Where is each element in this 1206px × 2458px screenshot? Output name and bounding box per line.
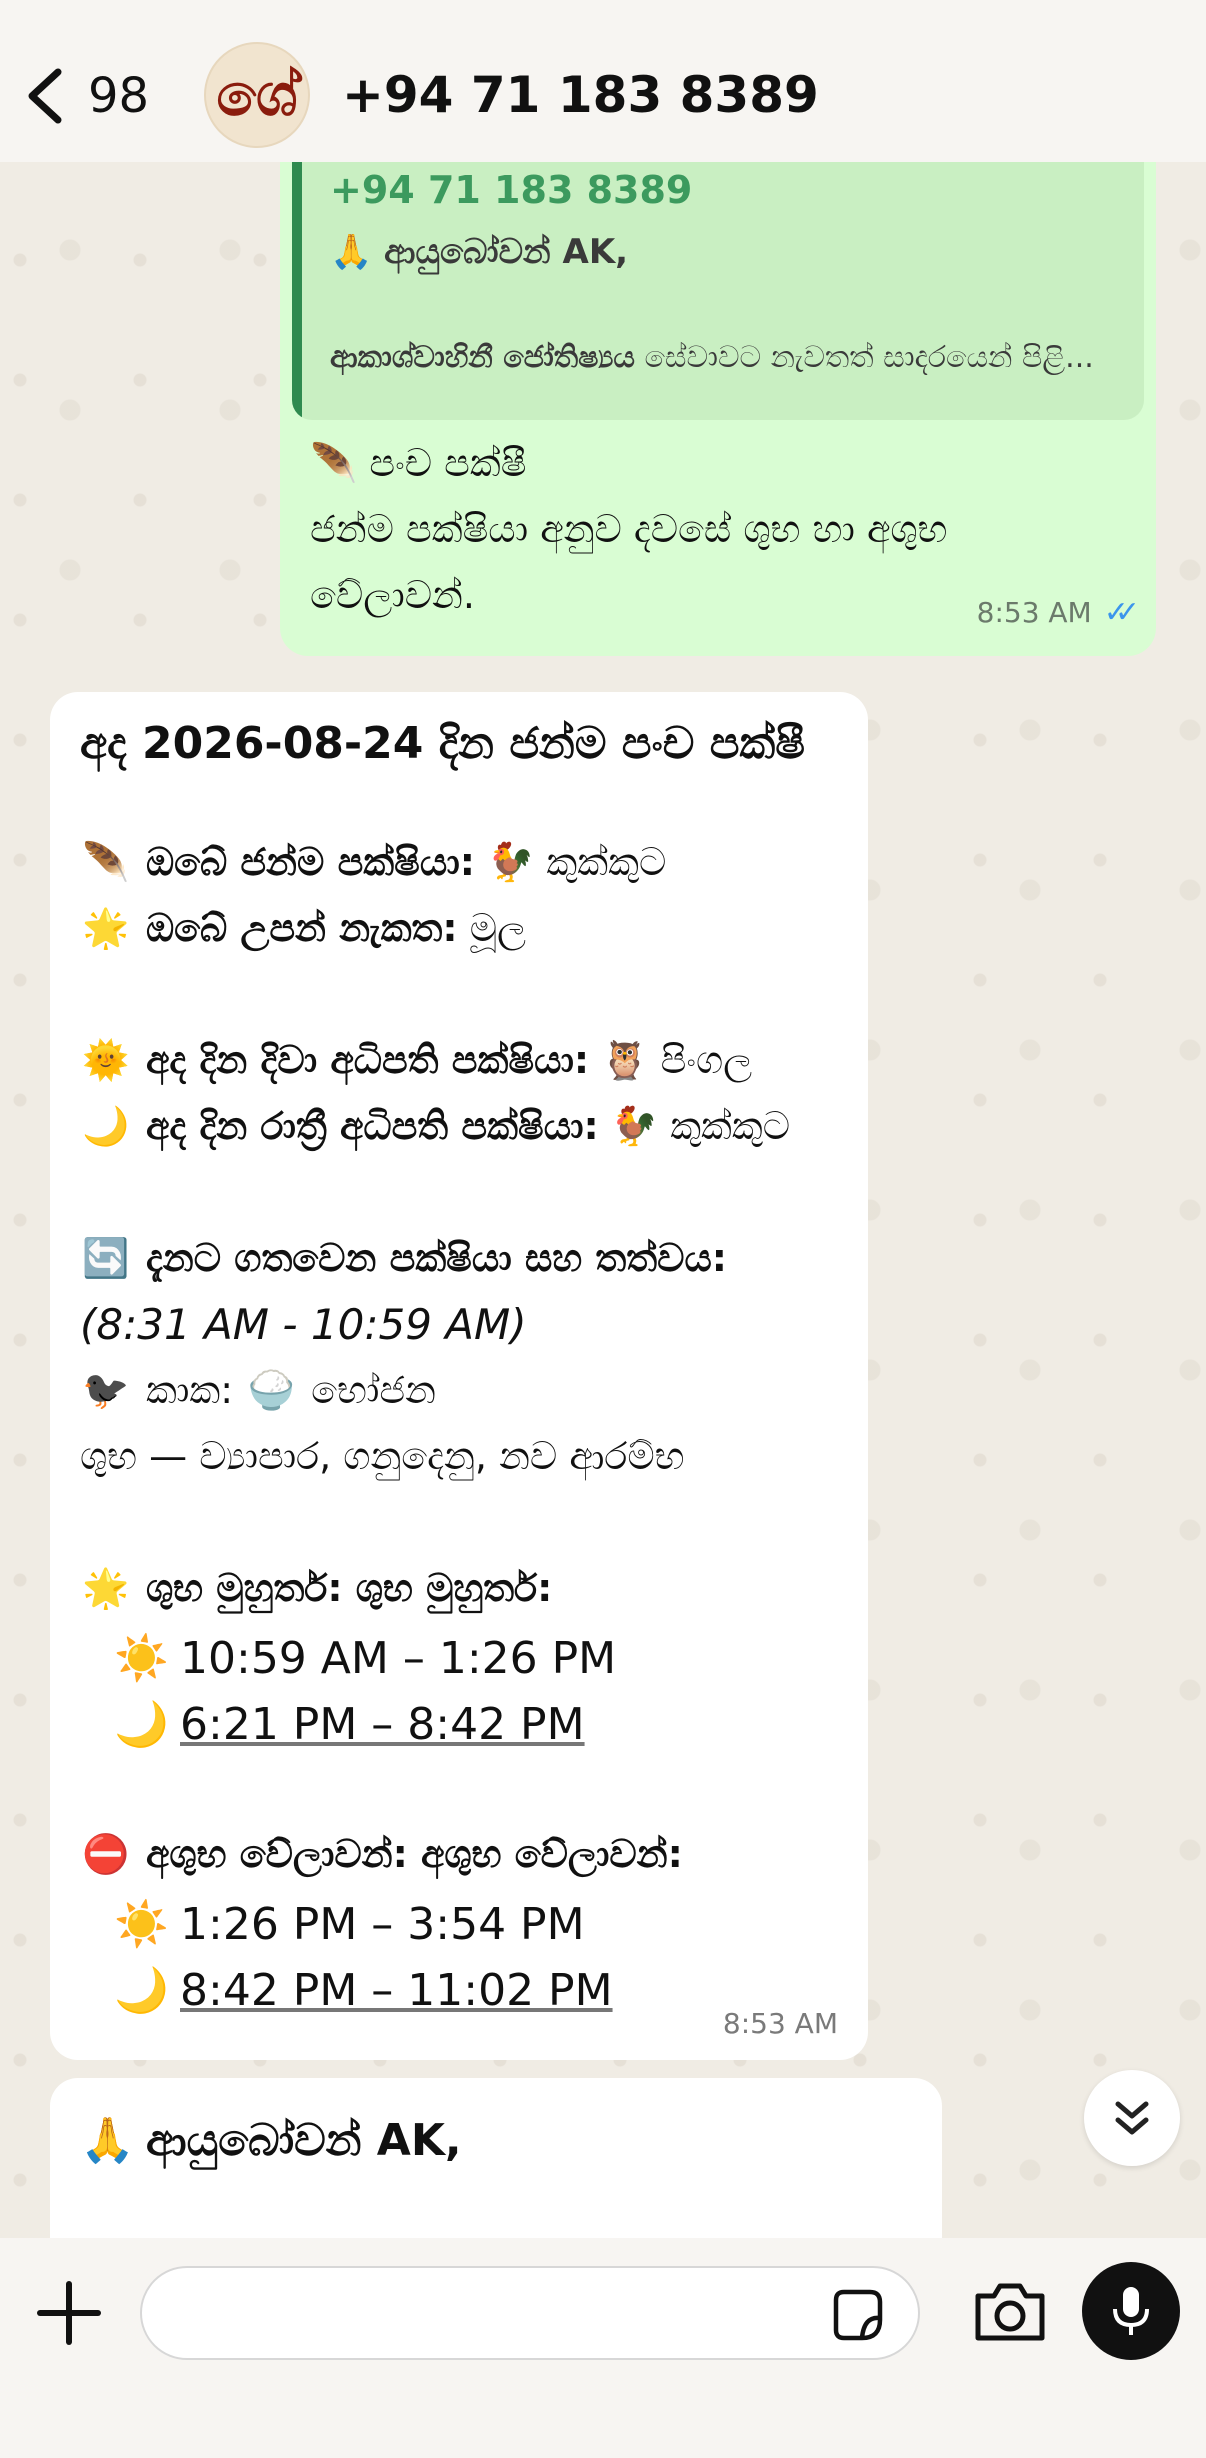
read-receipt-icon: ✓✓	[1103, 595, 1140, 630]
incoming-message-2[interactable]: 🙏 ආයුබෝවන් AK,	[50, 2078, 942, 2238]
unread-count: 98	[88, 68, 150, 124]
current-bird-heading: 🔄 දැනට ගතවෙන පක්ෂියා සහ තත්වය:	[80, 1236, 727, 1281]
title-suffix: දින ජන්ම පංච පක්ෂී	[423, 718, 806, 769]
night-ruler-row: 🌙 අද දින රාත්‍රී අධිපති පක්ෂියා: 🐓 කුක්කු…	[80, 1104, 790, 1149]
bad-day-row: ☀️ 1:26 PM – 3:54 PM	[114, 1898, 585, 1950]
good-night-row[interactable]: 🌙 6:21 PM – 8:42 PM	[114, 1698, 585, 1750]
moon-icon: 🌙	[114, 1965, 169, 2016]
bad-times-label: අශුභ වේලාවන්: අශුභ වේලාවන්:	[146, 1832, 683, 1876]
sun-icon: ☀️	[114, 1899, 169, 1950]
contact-name[interactable]: +94 71 183 8389	[342, 66, 819, 124]
no-entry-icon: ⛔	[82, 1832, 130, 1876]
nakshatra-value: මූල	[469, 906, 527, 950]
chevron-left-icon	[28, 68, 62, 124]
quote-preview: ආකාශ්වාහිනී ජෝතිෂ්‍යය සේවාවට නැවතත් සාදර…	[330, 340, 1130, 375]
quote-preview-bold: ආකාශ්වාහිනී ජෝතිෂ්‍යය	[330, 340, 635, 375]
incoming-time: 8:53 AM	[722, 2007, 838, 2040]
sun-face-icon: 🌞	[82, 1038, 130, 1082]
microphone-icon	[1113, 2287, 1149, 2335]
scroll-to-bottom-button[interactable]	[1084, 2070, 1180, 2166]
quote-greeting: 🙏 ආයුබෝවන් AK,	[330, 232, 629, 272]
good-day-time: 10:59 AM – 1:26 PM	[180, 1633, 617, 1684]
rice-icon: 🍚	[247, 1368, 295, 1412]
outgoing-time: 8:53 AM	[976, 596, 1092, 629]
outgoing-line-1: 🪶 පංච පක්ෂී	[310, 441, 527, 485]
birth-bird-row: 🪶 ඔබේ ජන්ම පක්ෂියා: 🐓 කුක්කුට	[80, 840, 666, 885]
panchapakshi-title: අද 2026-08-24 දින ජන්ම පංච පක්ෂී	[80, 718, 805, 769]
birth-bird-label: ඔබේ ජන්ම පක්ෂියා:	[146, 840, 475, 884]
camera-button[interactable]	[972, 2274, 1048, 2350]
moon-icon: 🌙	[82, 1104, 130, 1148]
outgoing-text: 🪶 පංච පක්ෂී ජන්ම පක්ෂියා අනුව දවසේ ශුභ හ…	[310, 430, 947, 628]
pray-icon: 🙏	[80, 2115, 135, 2166]
title-prefix: අද	[80, 718, 142, 769]
good-times-heading: 🌟 ශුභ මුහුර්ත: ශුභ මුහුර්ත:	[80, 1566, 552, 1611]
quote-sender: +94 71 183 8389	[330, 168, 693, 212]
current-state: භෝජන	[311, 1368, 436, 1412]
crow-icon: 🐦‍⬛	[82, 1368, 130, 1412]
avatar[interactable]: ශේ	[204, 42, 310, 148]
good-times-label: ශුභ මුහුර්ත: ශුභ මුහුර්ත:	[146, 1566, 553, 1610]
current-bird: කාක:	[146, 1368, 234, 1412]
outgoing-line-2: ජන්ම පක්ෂියා අනුව දවසේ ශුභ හා අශුභ	[310, 507, 948, 551]
moon-icon: 🌙	[114, 1699, 169, 1750]
attach-button[interactable]	[34, 2278, 104, 2348]
current-description: ශුභ — ව්‍යාපාර, ගනුදෙනු, නව ආරම්භ	[80, 1434, 685, 1478]
cycle-icon: 🔄	[82, 1236, 130, 1280]
chat-header: 98 ශේ +94 71 183 8389	[0, 0, 1206, 162]
bad-day-time: 1:26 PM – 3:54 PM	[180, 1899, 585, 1950]
good-night-time[interactable]: 6:21 PM – 8:42 PM	[180, 1699, 585, 1750]
message-input[interactable]	[140, 2266, 920, 2360]
title-date: 2026-08-24	[141, 718, 424, 769]
greeting-text: ආයුබෝවන් AK,	[146, 2115, 462, 2166]
plus-icon	[37, 2281, 101, 2345]
bad-night-row[interactable]: 🌙 8:42 PM – 11:02 PM	[114, 1964, 613, 2016]
good-day-row: ☀️ 10:59 AM – 1:26 PM	[114, 1632, 616, 1684]
composer-bar	[0, 2238, 1206, 2458]
camera-icon	[975, 2283, 1045, 2341]
day-ruler-label: අද දින දිවා අධිපති පක්ෂියා:	[146, 1038, 590, 1082]
current-time-range: (8:31 AM - 10:59 AM)	[80, 1300, 527, 1349]
day-ruler-value: 🦉 පිංගල	[601, 1038, 753, 1082]
sticker-icon[interactable]	[828, 2286, 886, 2344]
quoted-message[interactable]: +94 71 183 8389 🙏 ආයුබෝවන් AK, ආකාශ්වාහි…	[292, 162, 1144, 420]
avatar-logo: ශේ	[216, 60, 298, 129]
outgoing-line-3: වේලාවන්.	[310, 573, 475, 617]
outgoing-message[interactable]: +94 71 183 8389 🙏 ආයුබෝවන් AK, ආකාශ්වාහි…	[280, 162, 1156, 656]
incoming-message[interactable]: අද 2026-08-24 දින ජන්ම පංච පක්ෂී 🪶 ඔබේ ජන…	[50, 692, 868, 2060]
greeting-row: 🙏 ආයුබෝවන් AK,	[80, 2114, 462, 2166]
night-ruler-label: අද දින රාත්‍රී අධිපති පක්ෂියා:	[146, 1104, 599, 1148]
quote-preview-rest: සේවාවට නැවතත් සාදරයෙන් පිළි...	[634, 340, 1094, 375]
outgoing-meta: 8:53 AM ✓✓	[976, 595, 1141, 630]
nakshatra-label: ඔබේ උපන් නැකත:	[146, 906, 458, 950]
feather-icon: 🪶	[82, 840, 130, 884]
current-bird-label: දැනට ගතවෙන පක්ෂියා සහ තත්වය:	[146, 1236, 727, 1280]
nakshatra-row: 🌟 ඔබේ උපන් නැකත: මූල	[80, 906, 526, 951]
current-bird-row: 🐦‍⬛ කාක: 🍚 භෝජන	[80, 1368, 436, 1413]
star-icon: 🌟	[82, 906, 130, 950]
double-chevron-down-icon	[1115, 2101, 1149, 2135]
back-button[interactable]: 98	[22, 60, 162, 132]
bad-night-time[interactable]: 8:42 PM – 11:02 PM	[180, 1965, 613, 2016]
voice-message-button[interactable]	[1082, 2262, 1180, 2360]
day-ruler-row: 🌞 අද දින දිවා අධිපති පක්ෂියා: 🦉 පිංගල	[80, 1038, 752, 1083]
star-icon: 🌟	[82, 1566, 130, 1610]
birth-bird-value: 🐓 කුක්කුට	[487, 840, 667, 884]
sun-icon: ☀️	[114, 1633, 169, 1684]
quote-accent-bar	[292, 162, 302, 420]
bad-times-heading: ⛔ අශුභ වේලාවන්: අශුභ වේලාවන්:	[80, 1832, 683, 1877]
night-ruler-value: 🐓 කුක්කුට	[610, 1104, 791, 1148]
